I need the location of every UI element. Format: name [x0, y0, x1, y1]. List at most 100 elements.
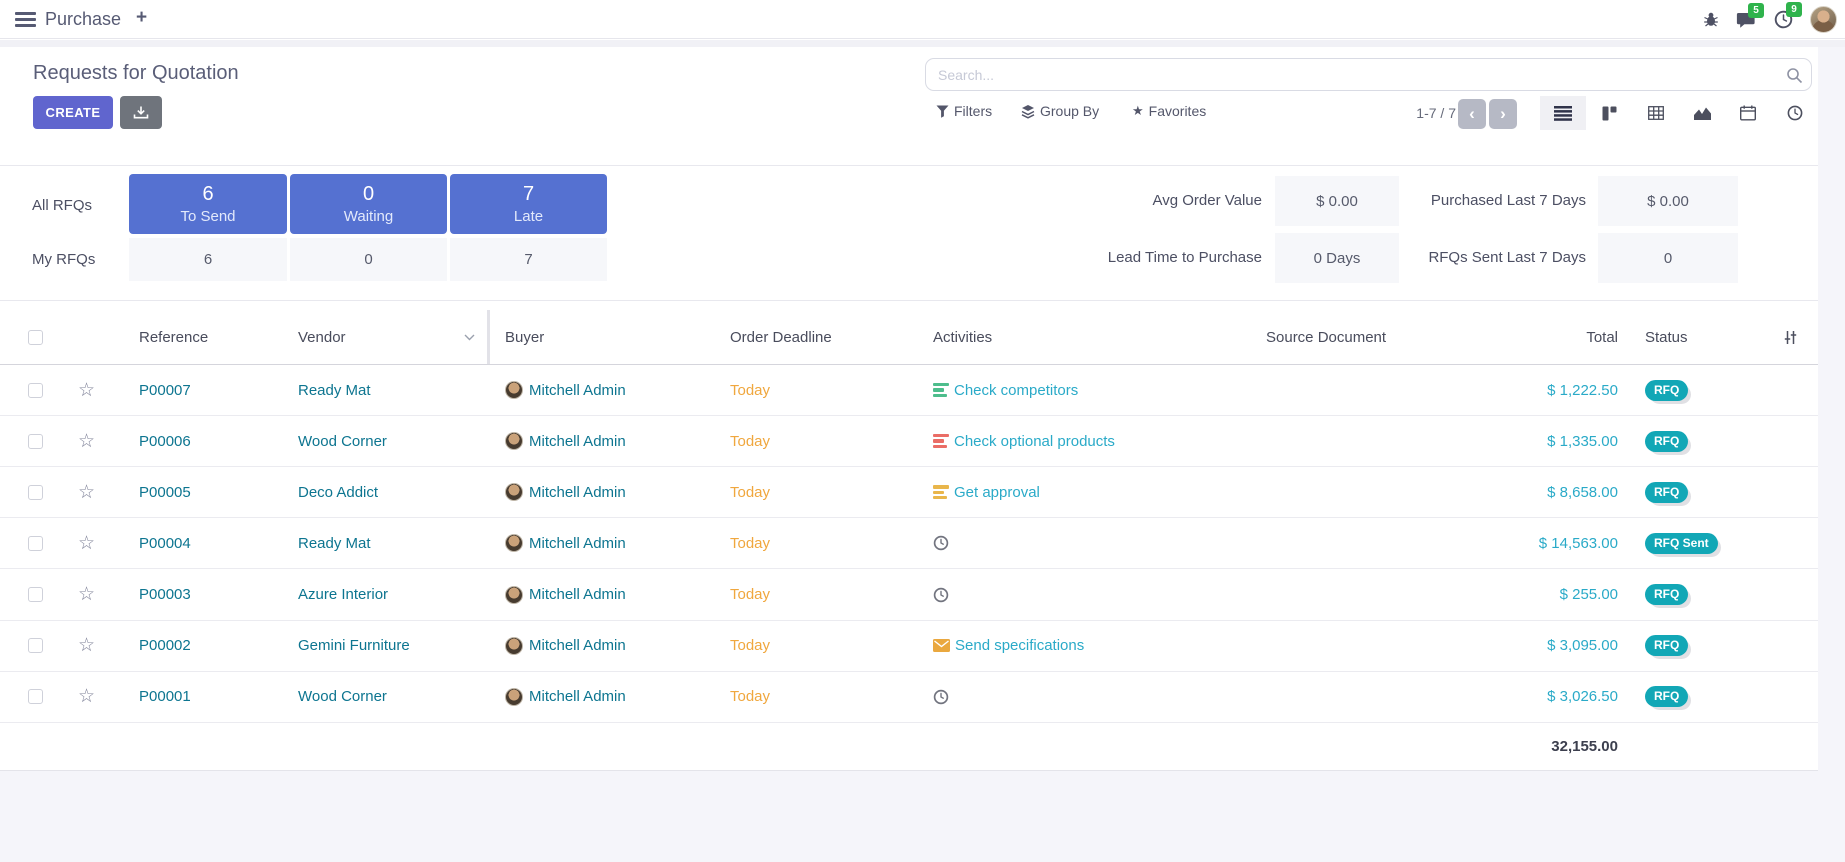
- create-button[interactable]: CREATE: [33, 96, 113, 129]
- table-row[interactable]: ☆ P00001 Wood Corner Mitchell Admin Toda…: [0, 672, 1818, 723]
- my-waiting-count[interactable]: 0: [290, 238, 447, 281]
- debug-bug-icon[interactable]: [1703, 12, 1719, 27]
- app-title[interactable]: Purchase: [45, 9, 121, 30]
- buyer-cell[interactable]: Mitchell Admin: [505, 467, 626, 517]
- pager-previous-button[interactable]: ‹: [1458, 99, 1486, 129]
- graph-view-button[interactable]: [1679, 96, 1725, 130]
- table-row[interactable]: ☆ P00002 Gemini Furniture Mitchell Admin…: [0, 621, 1818, 672]
- messages-icon[interactable]: 5: [1736, 11, 1757, 29]
- activity-label[interactable]: Check optional products: [954, 433, 1115, 450]
- activity-cell[interactable]: Check optional products: [933, 416, 1115, 466]
- vendor-link[interactable]: Ready Mat: [298, 518, 371, 568]
- filters-button[interactable]: Filters: [936, 103, 992, 119]
- row-checkbox[interactable]: [28, 536, 43, 551]
- clock-icon[interactable]: [933, 535, 949, 551]
- tasks-icon[interactable]: [933, 383, 949, 397]
- reference-link[interactable]: P00006: [139, 416, 191, 466]
- header-buyer[interactable]: Buyer: [505, 310, 544, 364]
- table-row[interactable]: ☆ P00005 Deco Addict Mitchell Admin Toda…: [0, 467, 1818, 518]
- user-avatar[interactable]: [1810, 6, 1837, 33]
- my-to-send-count[interactable]: 6: [129, 238, 287, 281]
- activity-cell[interactable]: [933, 570, 949, 620]
- search-bar[interactable]: [925, 58, 1812, 91]
- reference-link[interactable]: P00002: [139, 621, 191, 671]
- tile-late[interactable]: 7 Late: [450, 174, 607, 234]
- favorite-star-icon[interactable]: ☆: [78, 430, 95, 453]
- header-vendor[interactable]: Vendor: [298, 310, 346, 364]
- vendor-link[interactable]: Wood Corner: [298, 416, 387, 466]
- activity-cell[interactable]: Get approval: [933, 467, 1040, 517]
- row-checkbox[interactable]: [28, 638, 43, 653]
- row-checkbox[interactable]: [28, 587, 43, 602]
- favorite-star-icon[interactable]: ☆: [78, 685, 95, 708]
- reference-link[interactable]: P00003: [139, 570, 191, 620]
- envelope-icon[interactable]: [933, 639, 950, 652]
- favorite-star-icon[interactable]: ☆: [78, 379, 95, 402]
- sort-descending-icon[interactable]: [464, 310, 475, 364]
- table-row[interactable]: ☆ P00007 Ready Mat Mitchell Admin Today …: [0, 365, 1818, 416]
- reference-link[interactable]: P00007: [139, 365, 191, 415]
- activity-label[interactable]: Get approval: [954, 484, 1040, 501]
- table-row[interactable]: ☆ P00004 Ready Mat Mitchell Admin Today …: [0, 518, 1818, 569]
- clock-icon[interactable]: [933, 689, 949, 705]
- activity-cell[interactable]: Check competitors: [933, 365, 1078, 415]
- row-checkbox[interactable]: [28, 383, 43, 398]
- header-status[interactable]: Status: [1645, 310, 1688, 364]
- my-late-count[interactable]: 7: [450, 238, 607, 281]
- favorites-button[interactable]: ★ Favorites: [1132, 103, 1206, 119]
- activity-view-button[interactable]: [1772, 96, 1818, 130]
- activity-cell[interactable]: [933, 672, 949, 722]
- column-resize-handle[interactable]: [487, 310, 490, 364]
- header-activities[interactable]: Activities: [933, 310, 992, 364]
- buyer-cell[interactable]: Mitchell Admin: [505, 365, 626, 415]
- table-row[interactable]: ☆ P00006 Wood Corner Mitchell Admin Toda…: [0, 416, 1818, 467]
- activity-cell[interactable]: Send specifications: [933, 621, 1084, 671]
- vendor-link[interactable]: Gemini Furniture: [298, 621, 410, 671]
- favorite-star-icon[interactable]: ☆: [78, 532, 95, 555]
- favorite-star-icon[interactable]: ☆: [78, 583, 95, 606]
- vendor-link[interactable]: Ready Mat: [298, 365, 371, 415]
- buyer-cell[interactable]: Mitchell Admin: [505, 570, 626, 620]
- header-order-deadline[interactable]: Order Deadline: [730, 310, 832, 364]
- reference-link[interactable]: P00001: [139, 672, 191, 722]
- search-input[interactable]: [938, 59, 1778, 90]
- header-total[interactable]: Total: [1498, 310, 1618, 364]
- pivot-view-button[interactable]: [1633, 96, 1679, 130]
- buyer-cell[interactable]: Mitchell Admin: [505, 416, 626, 466]
- clock-icon[interactable]: [933, 587, 949, 603]
- apps-menu-icon[interactable]: [15, 12, 36, 27]
- activities-clock-icon[interactable]: 9: [1774, 10, 1793, 29]
- export-button[interactable]: [120, 96, 162, 129]
- buyer-cell[interactable]: Mitchell Admin: [505, 621, 626, 671]
- favorite-star-icon[interactable]: ☆: [78, 634, 95, 657]
- header-reference[interactable]: Reference: [139, 310, 208, 364]
- new-tab-button[interactable]: +: [136, 7, 147, 29]
- activity-label[interactable]: Check competitors: [954, 382, 1078, 399]
- activity-cell[interactable]: [933, 518, 949, 568]
- row-checkbox[interactable]: [28, 434, 43, 449]
- list-view-button[interactable]: [1540, 96, 1586, 130]
- buyer-cell[interactable]: Mitchell Admin: [505, 518, 626, 568]
- tasks-icon[interactable]: [933, 434, 949, 448]
- optional-columns-icon[interactable]: [1782, 310, 1799, 364]
- kanban-view-button[interactable]: [1586, 96, 1632, 130]
- pager-next-button[interactable]: ›: [1489, 99, 1517, 129]
- buyer-cell[interactable]: Mitchell Admin: [505, 672, 626, 722]
- search-icon[interactable]: [1786, 67, 1803, 84]
- table-row[interactable]: ☆ P00003 Azure Interior Mitchell Admin T…: [0, 570, 1818, 621]
- header-source-document[interactable]: Source Document: [1266, 310, 1386, 364]
- row-checkbox[interactable]: [28, 485, 43, 500]
- activity-label[interactable]: Send specifications: [955, 637, 1084, 654]
- reference-link[interactable]: P00004: [139, 518, 191, 568]
- tile-to-send[interactable]: 6 To Send: [129, 174, 287, 234]
- group-by-button[interactable]: Group By: [1021, 103, 1099, 119]
- tile-waiting[interactable]: 0 Waiting: [290, 174, 447, 234]
- vendor-link[interactable]: Azure Interior: [298, 570, 388, 620]
- calendar-view-button[interactable]: [1725, 96, 1771, 130]
- vendor-link[interactable]: Deco Addict: [298, 467, 378, 517]
- select-all-checkbox[interactable]: [28, 310, 43, 364]
- row-checkbox[interactable]: [28, 689, 43, 704]
- tasks-icon[interactable]: [933, 485, 949, 499]
- vendor-link[interactable]: Wood Corner: [298, 672, 387, 722]
- favorite-star-icon[interactable]: ☆: [78, 481, 95, 504]
